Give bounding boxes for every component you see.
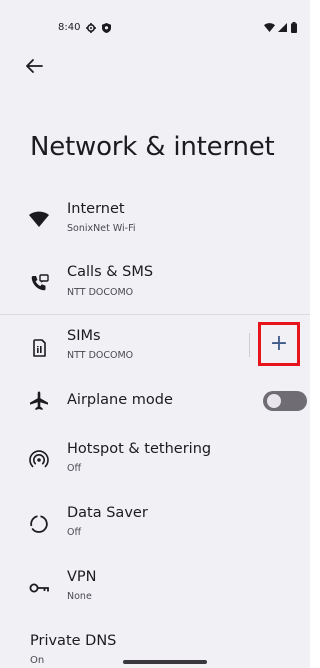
private-dns-title: Private DNS: [30, 633, 117, 649]
internet-subtitle: SonixNet Wi-Fi: [67, 223, 136, 234]
list-item-hotspot-tethering[interactable]: Hotspot & tethering Off: [0, 436, 310, 496]
add-icon: +: [269, 331, 289, 356]
internet-title: Internet: [67, 201, 125, 217]
private-dns-subtitle: On: [30, 655, 45, 666]
airplane-icon: [30, 391, 48, 410]
section-divider: [0, 314, 310, 315]
status-time: 8:40: [58, 22, 81, 33]
data-saver-icon: [30, 515, 48, 533]
airplane-mode-title: Airplane mode: [67, 392, 173, 408]
gesture-navigation-bar[interactable]: [123, 660, 207, 664]
sims-subtitle: NTT DOCOMO: [67, 350, 134, 361]
calls-sms-subtitle: NTT DOCOMO: [67, 287, 134, 298]
wifi-icon: [264, 23, 275, 32]
signal-icon: [278, 23, 287, 32]
list-item-data-saver[interactable]: Data Saver Off: [0, 500, 310, 560]
hotspot-tethering-title: Hotspot & tethering: [67, 441, 212, 457]
list-item-vpn[interactable]: VPN None: [0, 564, 310, 624]
hotspot-icon: [29, 450, 49, 468]
vpn-subtitle: None: [67, 591, 92, 602]
list-item-airplane-mode[interactable]: Airplane mode: [0, 371, 255, 431]
toggle-knob: [267, 394, 281, 408]
data-saver-title: Data Saver: [67, 505, 148, 521]
wifi-icon: [29, 211, 49, 227]
airplane-mode-toggle[interactable]: [263, 391, 307, 411]
page-title: Network & internet: [30, 132, 275, 162]
gear-icon: [86, 23, 96, 33]
sims-title: SIMs: [67, 328, 101, 344]
list-item-internet[interactable]: Internet SonixNet Wi-Fi: [0, 195, 310, 255]
list-item-calls-sms[interactable]: Calls & SMS NTT DOCOMO: [0, 259, 310, 319]
sim-card-icon: [33, 339, 46, 357]
add-sim-button[interactable]: +: [258, 322, 300, 366]
vpn-title: VPN: [67, 569, 97, 585]
sims-action-divider: [249, 333, 250, 357]
shield-icon: [102, 23, 111, 33]
back-arrow-icon[interactable]: [22, 56, 46, 76]
battery-icon: [291, 22, 297, 33]
status-bar: 8:40: [0, 0, 310, 40]
calls-sms-icon: [31, 274, 49, 291]
data-saver-subtitle: Off: [67, 527, 82, 538]
calls-sms-title: Calls & SMS: [67, 264, 154, 280]
hotspot-tethering-subtitle: Off: [67, 463, 82, 474]
vpn-key-icon: [29, 583, 49, 593]
screen: 8:40 Network & internet Internet SonixNe…: [0, 0, 314, 668]
